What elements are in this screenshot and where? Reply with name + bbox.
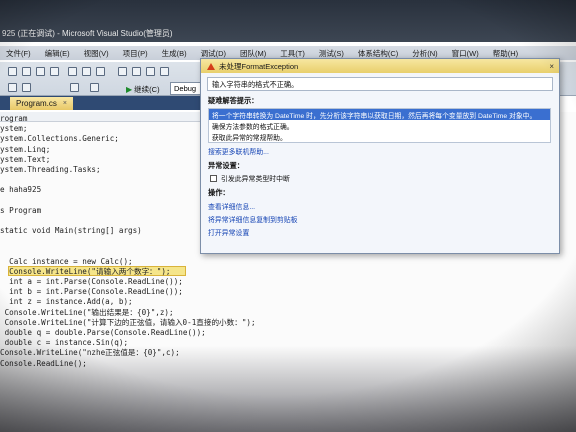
continue-label: 继续(C) [134, 84, 160, 94]
menu-analyze[interactable]: 分析(N) [412, 48, 437, 58]
copy-icon[interactable] [82, 67, 91, 76]
undo-icon[interactable] [70, 83, 79, 92]
menu-project[interactable]: 项目(P) [123, 48, 148, 58]
actions-heading: 操作： [208, 188, 230, 197]
code-line[interactable]: int b = int.Parse(Console.ReadLine()); [0, 287, 256, 297]
save-icon[interactable] [36, 67, 45, 76]
code-line[interactable]: Console.WriteLine("nzhe正弦值是：{0}",c); [0, 348, 256, 358]
menu-test[interactable]: 测试(S) [319, 48, 344, 58]
warning-icon [207, 62, 215, 70]
tip-item[interactable]: 确保方法参数的格式正确。 [209, 120, 550, 131]
title-bar: 925 (正在调试) - Microsoft Visual Studio(管理员… [0, 0, 576, 42]
code-line[interactable]: Calc instance = new Calc(); [0, 257, 256, 267]
continue-button[interactable]: ▶ 继续(C) [126, 83, 160, 95]
comment-icon[interactable] [118, 67, 127, 76]
close-tab-icon[interactable]: × [63, 100, 67, 107]
tips-heading: 疑难解答提示： [208, 96, 259, 105]
find-icon[interactable] [160, 67, 169, 76]
tip-item[interactable]: 获取此异常的常规帮助。 [209, 131, 550, 142]
exception-title: 未处理FormatException [219, 61, 299, 71]
paste-icon[interactable] [96, 67, 105, 76]
menu-build[interactable]: 生成(B) [162, 48, 187, 58]
code-line[interactable]: int z = instance.Add(a, b); [0, 297, 256, 307]
tips-list: 将一个字符串转换为 DateTime 时，先分析该字符串以获取日期，然后再将每个… [208, 108, 551, 143]
search-online-help-link[interactable]: 搜索更多联机帮助... [208, 146, 559, 156]
new-project-icon[interactable] [8, 67, 17, 76]
menu-architecture[interactable]: 体系结构(C) [358, 48, 398, 58]
open-exception-settings-link[interactable]: 打开异常设置 [208, 227, 559, 237]
tab-label: Program.cs [16, 99, 57, 108]
menu-view[interactable]: 视图(V) [84, 48, 109, 58]
break-on-exception-checkbox[interactable]: 引发此异常类型时中断 [210, 173, 559, 183]
checkbox-label: 引发此异常类型时中断 [221, 176, 290, 183]
menu-debug[interactable]: 调试(D) [201, 48, 226, 58]
checkbox-box[interactable] [210, 174, 217, 182]
play-icon: ▶ [126, 84, 133, 94]
open-file-icon[interactable] [22, 67, 31, 76]
menu-file[interactable]: 文件(F) [6, 48, 31, 58]
settings-heading: 异常设置： [208, 161, 244, 170]
code-line[interactable]: double q = double.Parse(Console.ReadLine… [0, 328, 256, 338]
code-line[interactable]: Console.WriteLine("请输入两个数字："); [0, 267, 256, 277]
exception-message: 输入字符串的格式不正确。 [207, 77, 553, 91]
code-line[interactable]: Console.WriteLine("输出结果是：{0}",z); [0, 308, 256, 318]
screen: 925 (正在调试) - Microsoft Visual Studio(管理员… [0, 0, 576, 432]
uncomment-icon[interactable] [132, 67, 141, 76]
code-line[interactable]: int a = int.Parse(Console.ReadLine()); [0, 277, 256, 287]
copy-details-link[interactable]: 将异常详细信息复制到剪贴板 [208, 214, 559, 224]
tab-program-cs[interactable]: Program.cs × [10, 97, 73, 110]
back-icon[interactable] [8, 83, 17, 92]
bookmark-icon[interactable] [146, 67, 155, 76]
menu-help[interactable]: 帮助(H) [493, 48, 518, 58]
code-line[interactable]: double c = instance.Sin(q); [0, 338, 256, 348]
save-all-icon[interactable] [50, 67, 59, 76]
menu-tools[interactable]: 工具(T) [280, 48, 305, 58]
exception-header: 未处理FormatException × [201, 59, 559, 73]
forward-icon[interactable] [22, 83, 31, 92]
code-line[interactable]: Console.WriteLine("计算下边的正弦值，请输入0-1直接的小数：… [0, 318, 256, 328]
tip-item[interactable]: 将一个字符串转换为 DateTime 时，先分析该字符串以获取日期，然后再将每个… [209, 109, 550, 120]
view-details-link[interactable]: 查看详细信息... [208, 201, 559, 211]
menu-window[interactable]: 窗口(W) [452, 48, 479, 58]
redo-icon[interactable] [90, 83, 99, 92]
menu-team[interactable]: 团队(M) [240, 48, 266, 58]
menu-edit[interactable]: 编辑(E) [45, 48, 70, 58]
cut-icon[interactable] [68, 67, 77, 76]
exception-helper: 未处理FormatException × 输入字符串的格式不正确。 疑难解答提示… [200, 58, 560, 254]
code-line[interactable]: Console.ReadLine(); [0, 359, 256, 369]
close-icon[interactable]: × [549, 62, 554, 71]
window-title: 925 (正在调试) - Microsoft Visual Studio(管理员… [2, 29, 173, 38]
